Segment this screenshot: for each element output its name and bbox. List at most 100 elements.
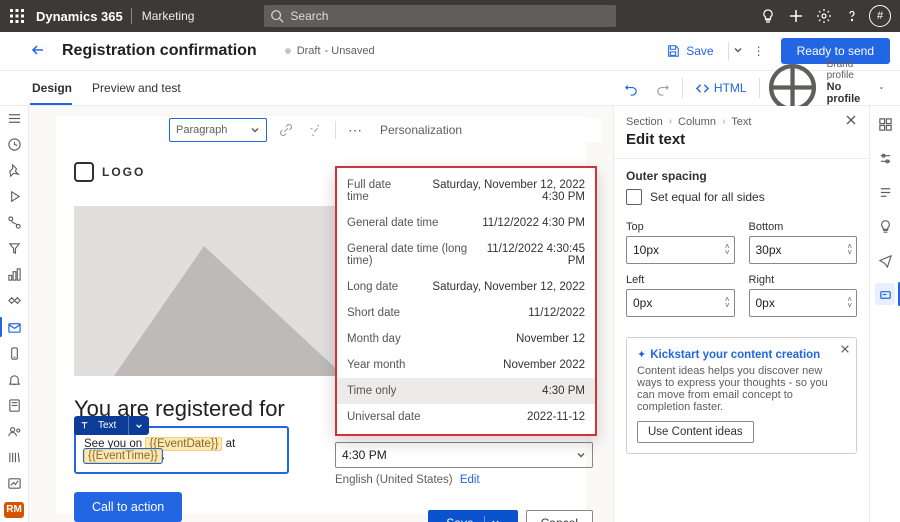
- nav-handshake-icon[interactable]: [4, 293, 24, 309]
- settings-tab-icon[interactable]: [875, 148, 895, 168]
- nav-sms-icon[interactable]: [4, 345, 24, 361]
- paragraph-style-select[interactable]: Paragraph: [169, 118, 267, 142]
- add-icon[interactable]: [782, 8, 810, 24]
- nav-hamburger-icon[interactable]: [4, 110, 24, 126]
- date-format-select[interactable]: 4:30 PM: [335, 442, 593, 468]
- breadcrumb: Section › Column › Text: [614, 106, 869, 131]
- date-format-option[interactable]: Long dateSaturday, November 12, 2022: [337, 274, 595, 300]
- date-format-option[interactable]: Time only4:30 PM: [337, 378, 595, 404]
- top-label: Top: [626, 221, 644, 233]
- ideas-tab-icon[interactable]: [875, 216, 895, 236]
- lightbulb-icon[interactable]: [754, 8, 782, 24]
- help-icon[interactable]: [838, 8, 866, 24]
- personalization-button[interactable]: Personalization: [374, 123, 462, 137]
- date-format-option[interactable]: Universal date2022-11-12: [337, 404, 595, 430]
- send-tab-icon[interactable]: [875, 250, 895, 270]
- bottom-input[interactable]: 30px ˄˅: [749, 236, 858, 264]
- date-format-option[interactable]: General date time (long time)11/12/2022 …: [337, 236, 595, 274]
- link-icon[interactable]: [275, 119, 297, 141]
- status-dot: [285, 48, 291, 54]
- top-input[interactable]: 10px ˄˅: [626, 236, 735, 264]
- chevron-right-icon: ›: [722, 116, 725, 127]
- editor-tabs: Design Preview and test HTML Brand profi…: [0, 70, 900, 106]
- option-value: 11/12/2022: [528, 307, 585, 319]
- page-title: Registration confirmation: [62, 42, 257, 60]
- breadcrumb-section[interactable]: Section: [626, 116, 663, 128]
- html-label: HTML: [714, 81, 747, 95]
- save-button[interactable]: Save: [666, 44, 713, 58]
- module-name[interactable]: Marketing: [132, 9, 205, 23]
- left-input[interactable]: 0px ˄˅: [626, 289, 735, 317]
- chevron-down-icon[interactable]: [128, 416, 149, 435]
- language-row: English (United States) Edit: [335, 474, 593, 486]
- date-format-option[interactable]: Full date timeSaturday, November 12, 202…: [337, 172, 595, 210]
- close-panel-icon[interactable]: [845, 114, 857, 129]
- right-label: Right: [749, 274, 775, 286]
- nav-play-icon[interactable]: [4, 188, 24, 204]
- date-format-menu: Full date timeSaturday, November 12, 202…: [335, 166, 597, 436]
- divider: [682, 78, 683, 98]
- nav-people-icon[interactable]: [4, 424, 24, 440]
- unlink-icon[interactable]: [305, 119, 327, 141]
- nav-trigger-icon[interactable]: [4, 241, 24, 257]
- dialog-cancel-button[interactable]: Cancel: [526, 510, 593, 522]
- element-tag[interactable]: Text: [74, 416, 149, 435]
- nav-library-icon[interactable]: [4, 450, 24, 466]
- option-label: Long date: [347, 281, 398, 293]
- chevron-down-icon[interactable]: [484, 516, 500, 522]
- nav-rm-badge[interactable]: RM: [4, 502, 24, 518]
- breadcrumb-column[interactable]: Column: [678, 116, 716, 128]
- nav-bell-icon[interactable]: [4, 371, 24, 387]
- element-tag-label: Text: [92, 418, 122, 433]
- token-event-time[interactable]: {{EventTime}}: [84, 449, 162, 463]
- spinner-icon[interactable]: ˄˅: [847, 244, 852, 256]
- search-icon: [270, 9, 284, 23]
- date-format-option[interactable]: Short date11/12/2022: [337, 300, 595, 326]
- tab-design[interactable]: Design: [30, 71, 90, 105]
- language-edit-link[interactable]: Edit: [460, 474, 480, 486]
- global-search[interactable]: Search: [264, 5, 616, 27]
- spinner-icon[interactable]: ˄˅: [847, 297, 852, 309]
- html-button[interactable]: HTML: [687, 81, 755, 96]
- tab-preview[interactable]: Preview and test: [90, 71, 199, 105]
- app-launcher-icon[interactable]: [6, 9, 28, 23]
- elements-tab-icon[interactable]: [875, 114, 895, 134]
- undo-icon[interactable]: [616, 81, 647, 96]
- nav-pin-icon[interactable]: [4, 162, 24, 178]
- date-format-option[interactable]: General date time11/12/2022 4:30 PM: [337, 210, 595, 236]
- more-menu[interactable]: ⋮: [749, 44, 769, 58]
- list-tab-icon[interactable]: [875, 182, 895, 202]
- close-card-icon[interactable]: [840, 344, 850, 357]
- user-avatar[interactable]: #: [866, 5, 894, 27]
- nav-insights-icon[interactable]: [4, 476, 24, 492]
- cta-button[interactable]: Call to action: [74, 492, 182, 522]
- spinner-icon[interactable]: ˄˅: [725, 297, 730, 309]
- option-value: 11/12/2022 4:30:45 PM: [483, 243, 585, 267]
- left-value: 0px: [633, 296, 652, 310]
- nav-history-icon[interactable]: [4, 136, 24, 152]
- back-button[interactable]: [30, 42, 46, 61]
- spinner-icon[interactable]: ˄˅: [725, 244, 730, 256]
- bottom-label: Bottom: [749, 221, 784, 233]
- nav-form-icon[interactable]: [4, 397, 24, 413]
- breadcrumb-text[interactable]: Text: [731, 116, 751, 128]
- date-format-option[interactable]: Month dayNovember 12: [337, 326, 595, 352]
- use-content-ideas-button[interactable]: Use Content ideas: [637, 421, 754, 443]
- save-menu-chevron-icon[interactable]: [733, 44, 743, 58]
- product-name[interactable]: Dynamics 365: [28, 9, 131, 24]
- dialog-save-button[interactable]: Save: [428, 510, 517, 522]
- selected-text-block[interactable]: Text See you on {{EventDate}} at {{Event…: [74, 426, 289, 474]
- body-text: at: [222, 438, 235, 450]
- nav-email-icon[interactable]: [4, 319, 24, 335]
- settings-icon[interactable]: [810, 8, 838, 24]
- option-value: Saturday, November 12, 2022 4:30 PM: [414, 179, 585, 203]
- nav-journey-icon[interactable]: [4, 215, 24, 231]
- more-formatting[interactable]: ⋯: [344, 119, 366, 141]
- right-input[interactable]: 0px ˄˅: [749, 289, 858, 317]
- edit-tab-icon[interactable]: [875, 284, 895, 304]
- equal-sides-checkbox[interactable]: Set equal for all sides: [614, 187, 869, 215]
- save-label: Save: [686, 44, 713, 58]
- date-format-option[interactable]: Year monthNovember 2022: [337, 352, 595, 378]
- redo-icon[interactable]: [647, 81, 678, 96]
- nav-analytics-icon[interactable]: [4, 267, 24, 283]
